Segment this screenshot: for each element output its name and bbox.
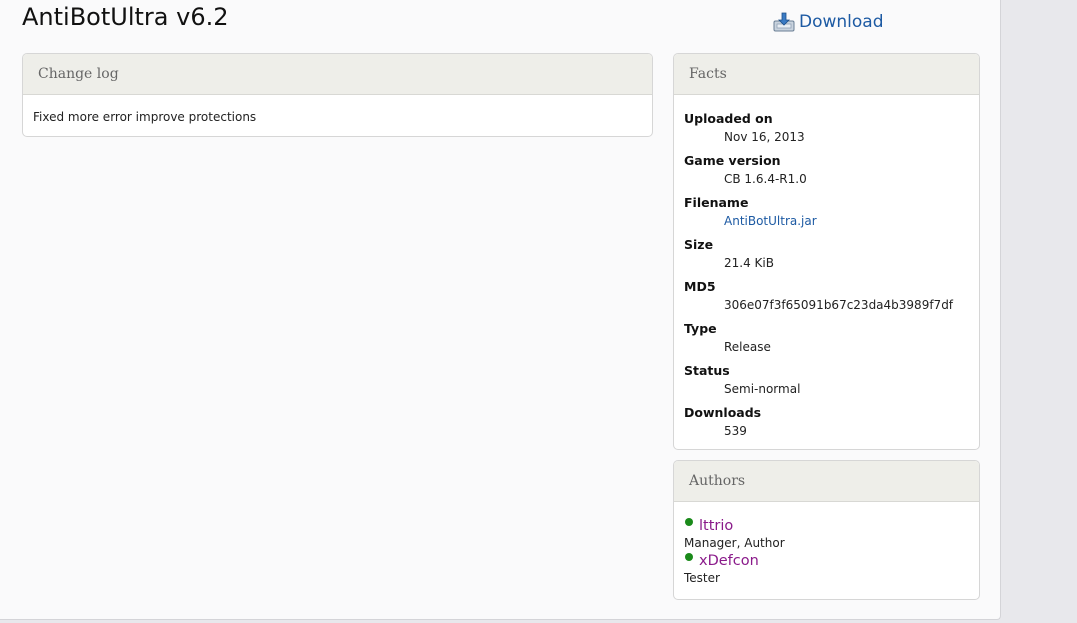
fact-label-type: Type (684, 321, 717, 336)
author-link[interactable]: lttrio (699, 516, 733, 536)
fact-value-downloads: 539 (724, 424, 747, 438)
fact-value-size: 21.4 KiB (724, 256, 774, 270)
fact-label-uploaded: Uploaded on (684, 111, 773, 126)
author-item: lttrio (684, 516, 969, 535)
fact-label-size: Size (684, 237, 714, 252)
author-link[interactable]: xDefcon (699, 551, 759, 571)
author-item: xDefcon (684, 551, 969, 570)
fact-label-game-version: Game version (684, 153, 781, 168)
authors-heading: Authors (674, 461, 979, 502)
fact-label-downloads: Downloads (684, 405, 762, 420)
facts-heading: Facts (674, 54, 979, 95)
file-page: AntiBotUltra v6.2 Download Change log Fi… (0, 0, 1001, 620)
changelog-text: Fixed more error improve protections (33, 110, 257, 124)
changelog-heading: Change log (23, 54, 652, 95)
author-role: Manager, Author (684, 536, 785, 550)
fact-value-type: Release (724, 340, 771, 354)
changelog-panel: Change log Fixed more error improve prot… (22, 53, 653, 137)
online-status-icon (685, 553, 693, 561)
download-box-icon (773, 12, 795, 32)
fact-value-filename: AntiBotUltra.jar (724, 212, 969, 231)
filename-link[interactable]: AntiBotUltra.jar (724, 214, 817, 228)
authors-panel: Authors lttrio Manager, Author xDefcon T… (673, 460, 980, 600)
fact-label-md5: MD5 (684, 279, 716, 294)
fact-value-md5: 306e07f3f65091b67c23da4b3989f7df (724, 298, 954, 312)
fact-value-status: Semi-normal (724, 382, 801, 396)
online-status-icon (685, 518, 693, 526)
facts-panel: Facts Uploaded on Nov 16, 2013 Game vers… (673, 53, 980, 450)
fact-label-filename: Filename (684, 195, 749, 210)
download-button[interactable]: Download (773, 8, 884, 36)
page-title: AntiBotUltra v6.2 (22, 3, 229, 31)
fact-label-status: Status (684, 363, 730, 378)
facts-list: Uploaded on Nov 16, 2013 Game version CB… (674, 95, 979, 441)
authors-list: lttrio Manager, Author xDefcon Tester (674, 502, 979, 586)
download-label: Download (799, 12, 884, 32)
fact-value-uploaded: Nov 16, 2013 (724, 130, 805, 144)
author-role: Tester (684, 571, 720, 585)
fact-value-game-version: CB 1.6.4-R1.0 (724, 172, 807, 186)
